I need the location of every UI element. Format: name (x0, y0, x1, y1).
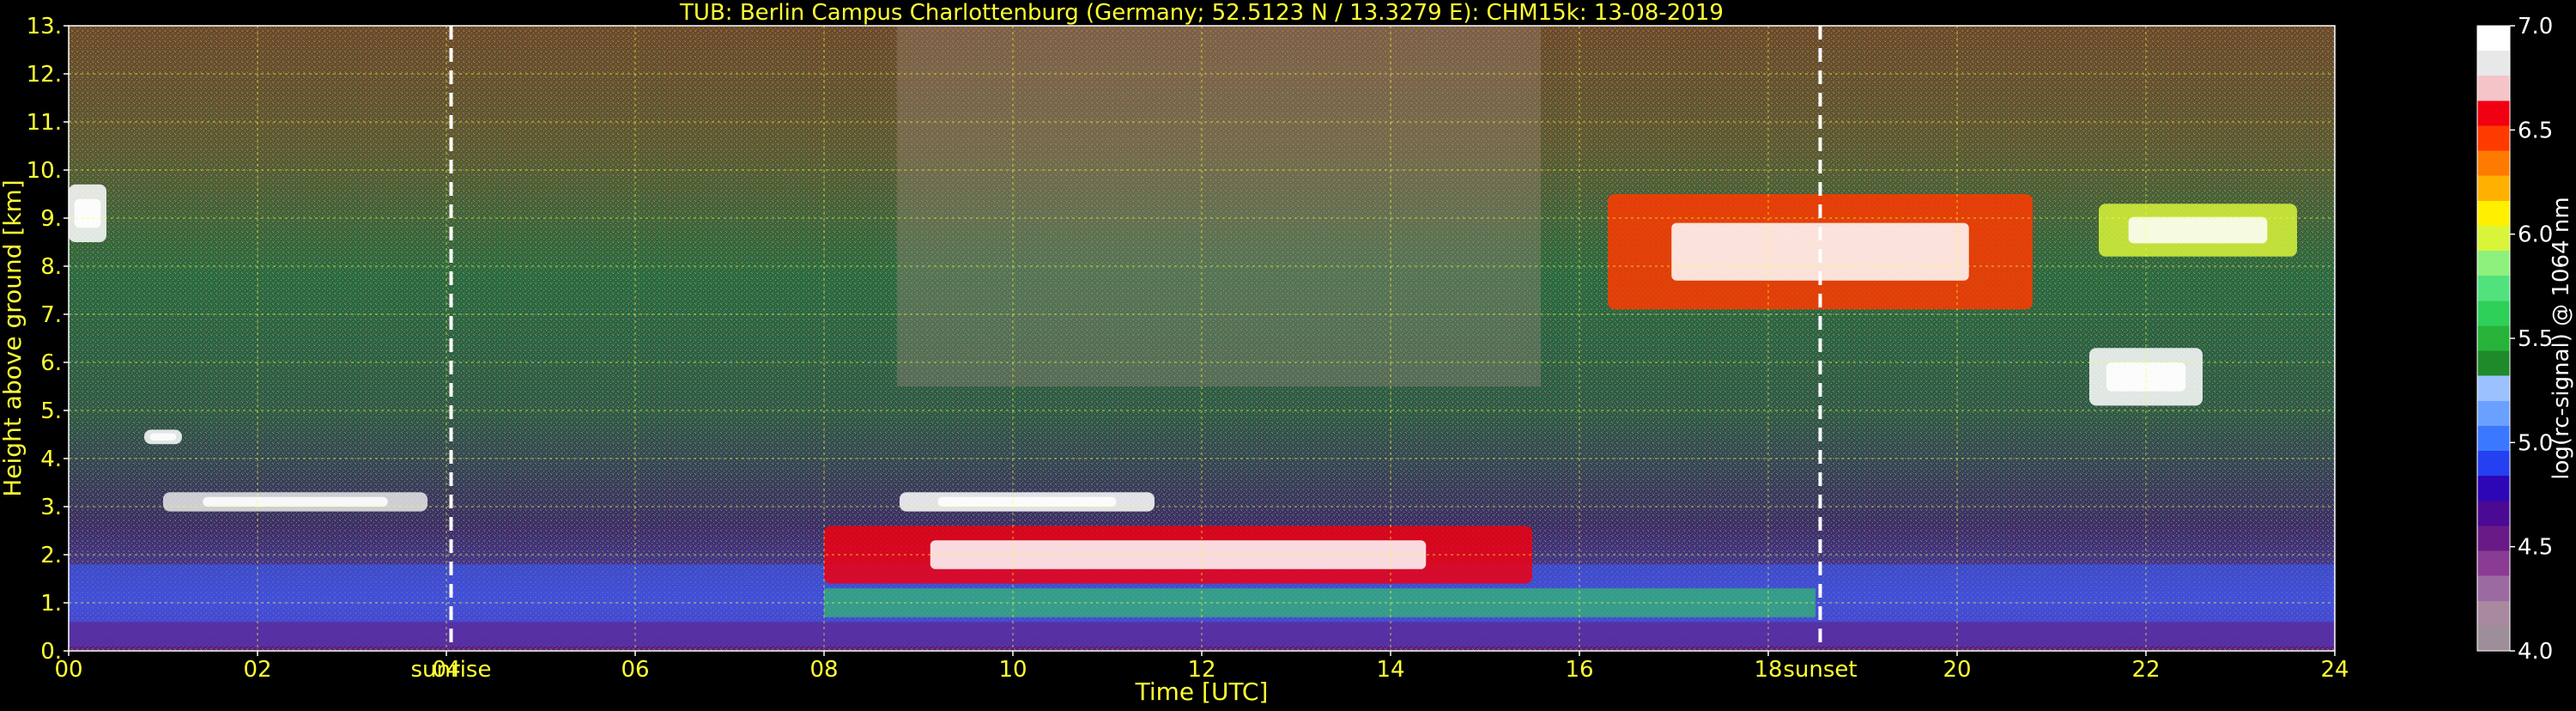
lidar-chart: 00 02 04 06 08 10 12 14 16 18 20 22 24 0. 1. 2. 3. 4. 5. 6… (0, 0, 2576, 708)
x-tick-label: 20 (1943, 657, 1971, 683)
x-tick-label: 22 (2131, 657, 2160, 683)
sunset-label: sunset (1783, 657, 1857, 683)
sunrise-label: sunrise (411, 657, 492, 683)
cloud-layer-core (203, 496, 388, 507)
x-tick-label: 10 (998, 657, 1027, 683)
y-tick-label: 13. (27, 14, 62, 40)
y-tick-label: 0. (40, 639, 62, 665)
y-tick-label: 1. (40, 591, 62, 617)
colorbar-ticks: 4.04.55.05.56.06.57.0 (2510, 14, 2553, 665)
cloud-layer-core (937, 496, 1117, 507)
y-axis-label: Height above ground [km] (0, 179, 27, 497)
colorbar-tick-label: 7.0 (2518, 14, 2553, 40)
colorbar: 4.04.55.05.56.06.57.0 log(rc-signal) @ 1… (2476, 14, 2574, 665)
y-tick-label: 11. (27, 110, 62, 136)
x-tick-label: 14 (1376, 657, 1404, 683)
y-tick-label: 6. (40, 350, 62, 376)
small-cloud-core (149, 433, 177, 441)
y-tick-label: 3. (40, 495, 62, 520)
broken-cumulus-core (930, 540, 1427, 569)
x-tick-label: 24 (2320, 657, 2349, 683)
colorbar-label: log(rc-signal) @ 1064 nm (2549, 197, 2574, 479)
colorbar-tick-label: 6.5 (2518, 118, 2553, 143)
colorbar-tick-label: 4.5 (2518, 535, 2553, 561)
x-tick-label: 16 (1565, 657, 1593, 683)
chart-svg: 00 02 04 06 08 10 12 14 16 18 20 22 24 0.1.2.3.4.5.6… (0, 0, 2574, 706)
chart-title: TUB: Berlin Campus Charlottenburg (Germa… (679, 0, 1724, 26)
y-tick-label: 10. (27, 158, 62, 184)
y-tick-label: 9. (40, 206, 62, 232)
cirrus-wisps-core (2128, 216, 2268, 244)
midday-noise-band (897, 26, 1541, 386)
y-axis-ticks: 0. 1. 2. 3. 4. 5. 6. 7. 8. 9. 10. 11. 12. 13. (27, 14, 69, 665)
y-tick-label: 2. (40, 543, 62, 568)
colorbar-tick-label: 4.0 (2518, 639, 2553, 665)
y-tick-label: 5. (40, 398, 62, 424)
x-tick-label: 06 (621, 657, 649, 683)
colorbar-scale (2477, 26, 2510, 651)
y-tick-label: 8. (40, 254, 62, 280)
y-tick-label: 4. (40, 447, 62, 472)
y-tick-label: 12. (27, 62, 62, 88)
cirrus-cloud-core (74, 198, 101, 228)
x-tick-label: 08 (809, 657, 838, 683)
x-axis-label: Time [UTC] (1135, 678, 1269, 706)
x-tick-label: 18 (1754, 657, 1782, 683)
y-tick-label: 7. (40, 302, 62, 328)
x-tick-label: 02 (243, 657, 271, 683)
